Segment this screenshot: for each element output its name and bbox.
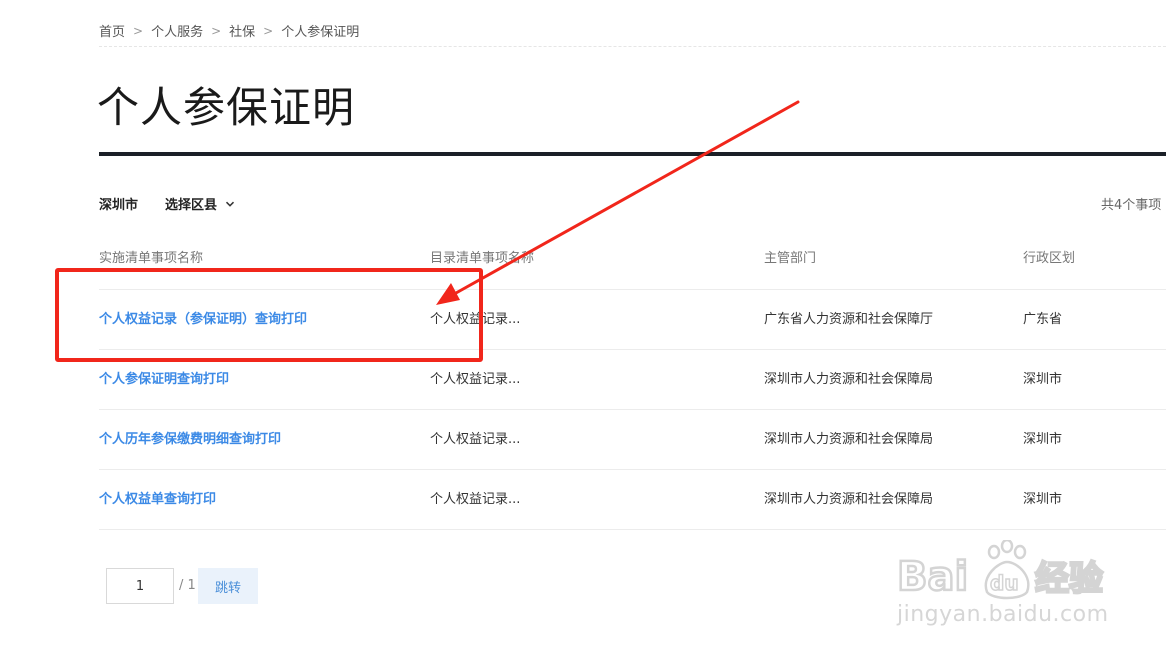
district-select-label: 选择区县 bbox=[165, 198, 218, 213]
region-cell: 广东省 bbox=[1023, 312, 1063, 327]
catalog-name-cell: 个人权益记录... bbox=[430, 372, 521, 387]
chevron-right-icon: > bbox=[211, 23, 222, 38]
region-cell: 深圳市 bbox=[1023, 492, 1063, 507]
watermark-url: jingyan.baidu.com bbox=[897, 602, 1109, 627]
department-cell: 深圳市人力资源和社会保障局 bbox=[764, 492, 934, 507]
breadcrumb-home[interactable]: 首页 bbox=[99, 21, 125, 40]
page-number-input[interactable] bbox=[106, 568, 174, 604]
breadcrumb-social-insurance[interactable]: 社保 bbox=[229, 21, 255, 40]
service-link[interactable]: 个人历年参保缴费明细查询打印 bbox=[99, 410, 419, 469]
table-row: 个人历年参保缴费明细查询打印 个人权益记录... 深圳市人力资源和社会保障局 深… bbox=[99, 410, 1166, 470]
chevron-down-icon bbox=[225, 201, 235, 207]
chevron-right-icon: > bbox=[263, 23, 274, 38]
jump-button[interactable]: 跳转 bbox=[198, 568, 258, 604]
breadcrumb-personal-services[interactable]: 个人服务 bbox=[151, 21, 203, 40]
column-header-region: 行政区划 bbox=[1023, 251, 1076, 266]
page-total: / 1 bbox=[179, 578, 196, 593]
services-table: 实施清单事项名称 目录清单事项名称 主管部门 行政区划 个人权益记录（参保证明）… bbox=[99, 230, 1166, 530]
breadcrumb-divider bbox=[99, 46, 1166, 47]
department-cell: 深圳市人力资源和社会保障局 bbox=[764, 432, 934, 447]
page: 首页 > 个人服务 > 社保 > 个人参保证明 个人参保证明 深圳市 选择区县 … bbox=[0, 0, 1166, 655]
baidu-paw-logo-icon: Bai du 经验 bbox=[896, 540, 1104, 601]
column-header-department: 主管部门 bbox=[764, 251, 817, 266]
column-header-implementation-name: 实施清单事项名称 bbox=[99, 251, 204, 266]
region-cell: 深圳市 bbox=[1023, 372, 1063, 387]
title-divider bbox=[99, 152, 1166, 156]
service-link[interactable]: 个人权益单查询打印 bbox=[99, 470, 419, 529]
catalog-name-cell: 个人权益记录... bbox=[430, 492, 521, 507]
svg-text:Bai: Bai bbox=[897, 554, 968, 600]
chevron-right-icon: > bbox=[133, 23, 144, 38]
total-count: 共4个事项 bbox=[1101, 198, 1162, 213]
baidu-jingyan-watermark: Bai du 经验 jingyan.baidu.com bbox=[895, 540, 1110, 640]
table-header: 实施清单事项名称 目录清单事项名称 主管部门 行政区划 bbox=[99, 230, 1166, 290]
catalog-name-cell: 个人权益记录... bbox=[430, 432, 521, 447]
svg-text:经验: 经验 bbox=[1035, 559, 1103, 599]
table-row: 个人权益单查询打印 个人权益记录... 深圳市人力资源和社会保障局 深圳市 bbox=[99, 470, 1166, 530]
breadcrumb: 首页 > 个人服务 > 社保 > 个人参保证明 bbox=[99, 21, 360, 41]
district-select[interactable]: 选择区县 bbox=[165, 194, 235, 213]
service-link[interactable]: 个人权益记录（参保证明）查询打印 bbox=[99, 290, 419, 349]
table-row: 个人参保证明查询打印 个人权益记录... 深圳市人力资源和社会保障局 深圳市 bbox=[99, 350, 1166, 410]
svg-text:du: du bbox=[990, 571, 1019, 595]
breadcrumb-current: 个人参保证明 bbox=[281, 25, 360, 40]
department-cell: 深圳市人力资源和社会保障局 bbox=[764, 372, 934, 387]
column-header-catalog-name: 目录清单事项名称 bbox=[430, 251, 535, 266]
catalog-name-cell: 个人权益记录... bbox=[430, 312, 521, 327]
page-title: 个人参保证明 bbox=[97, 83, 356, 132]
city-filter[interactable]: 深圳市 bbox=[99, 194, 138, 213]
department-cell: 广东省人力资源和社会保障厅 bbox=[764, 312, 934, 327]
table-row: 个人权益记录（参保证明）查询打印 个人权益记录... 广东省人力资源和社会保障厅… bbox=[99, 290, 1166, 350]
region-cell: 深圳市 bbox=[1023, 432, 1063, 447]
service-link[interactable]: 个人参保证明查询打印 bbox=[99, 350, 419, 409]
